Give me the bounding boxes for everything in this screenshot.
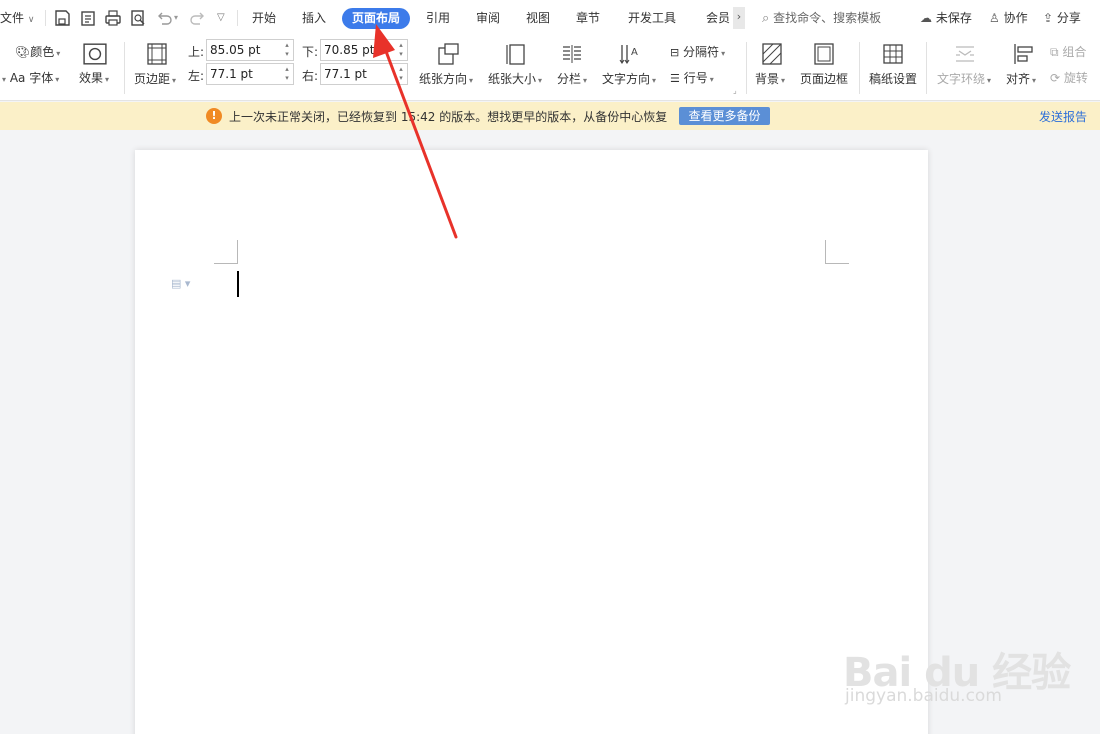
document-page[interactable]: ▤ ▾ <box>135 150 928 734</box>
breaks-button[interactable]: ⊟ 分隔符 ▾ <box>670 43 725 60</box>
warning-icon: ! <box>206 108 222 124</box>
undo-icon[interactable] <box>155 9 173 27</box>
ribbon-page-layout: 🎨︎颜色 ▾ ▾ Aa 字体 ▾ 效果 ▾ 页边距 ▾ 上: 85.05 pt ▴ ▾ 左… <box>0 36 1100 101</box>
print-icon[interactable] <box>104 9 122 27</box>
baidu-watermark-url: jingyan.baidu.com <box>845 686 1002 706</box>
search-icon: ⌕ <box>762 11 770 26</box>
search-placeholder: 查找命令、搜索模板 <box>773 11 882 25</box>
text-wrap-button[interactable]: 文字环绕 ▾ <box>937 70 991 87</box>
align-icon[interactable] <box>1011 42 1035 66</box>
cloud-save-status[interactable]: ☁ 未保存 <box>920 8 972 28</box>
view-backups-button[interactable]: 查看更多备份 <box>679 107 770 125</box>
left-margin-label: 左: <box>188 69 205 83</box>
redo-icon[interactable] <box>189 9 207 27</box>
theme-effect-button[interactable]: 效果 ▾ <box>79 69 109 86</box>
send-report-link[interactable]: 发送报告 <box>1039 108 1087 125</box>
draft-paper-icon[interactable] <box>881 42 905 66</box>
orientation-icon[interactable] <box>436 42 460 66</box>
right-margin-label: 右: <box>302 69 319 83</box>
tab-insert[interactable]: 插入 <box>302 8 326 29</box>
top-right-margin-mark <box>825 240 849 264</box>
top-margin-input[interactable]: 85.05 pt ▴ ▾ <box>206 39 294 61</box>
group-button[interactable]: ⧉ 组合 <box>1050 43 1086 60</box>
collaborate-button[interactable]: ♙ 协作 <box>989 8 1028 28</box>
margins-button[interactable]: 页边距 ▾ <box>134 70 176 87</box>
page-break-icon: ⊟ <box>670 46 680 59</box>
tab-view[interactable]: 视图 <box>526 8 550 29</box>
command-search[interactable]: ⌕ 查找命令、搜索模板 <box>762 8 881 28</box>
background-icon[interactable] <box>760 42 784 66</box>
line-number-icon: ☰ <box>670 72 680 85</box>
recovery-message: 上一次未正常关闭，已经恢复到 15:42 的版本。想找更早的版本，从备份中心恢复 <box>229 110 668 124</box>
spinner-arrows-icon[interactable]: ▴ ▾ <box>396 65 406 83</box>
theme-font-button[interactable]: ▾ Aa 字体 ▾ <box>0 69 59 86</box>
columns-button[interactable]: 分栏 ▾ <box>557 70 587 87</box>
text-direction-icon[interactable]: A <box>617 42 641 66</box>
tab-chapter[interactable]: 章节 <box>576 8 600 29</box>
text-direction-button[interactable]: 文字方向 ▾ <box>602 70 656 87</box>
background-button[interactable]: 背景 ▾ <box>755 70 785 87</box>
customize-quick-access-icon[interactable]: ▽ <box>217 8 225 28</box>
bottom-margin-input[interactable]: 70.85 pt ▴ ▾ <box>320 39 408 61</box>
palette-icon: 🎨︎ <box>15 45 31 59</box>
page-border-button[interactable]: 页面边框 <box>800 70 848 87</box>
page-border-icon[interactable] <box>812 42 836 66</box>
user-icon: ♙ <box>989 11 1000 25</box>
align-button[interactable]: 对齐 ▾ <box>1006 70 1036 87</box>
rotate-icon: ⟳ <box>1050 71 1061 85</box>
export-pdf-icon[interactable] <box>79 9 97 27</box>
right-margin-input[interactable]: 77.1 pt ▴ ▾ <box>320 63 408 85</box>
top-left-margin-mark <box>214 240 238 264</box>
orientation-button[interactable]: 纸张方向 ▾ <box>419 70 473 87</box>
file-menu[interactable]: 文件 ∨ <box>0 8 34 28</box>
share-button[interactable]: ⇪ 分享 <box>1043 8 1081 28</box>
divider <box>124 42 125 94</box>
theme-color-button[interactable]: 🎨︎颜色 ▾ <box>15 43 60 60</box>
bottom-margin-label: 下: <box>302 45 319 59</box>
tab-page-layout[interactable]: 页面布局 <box>342 8 411 29</box>
left-margin-input[interactable]: 77.1 pt ▴ ▾ <box>206 63 294 85</box>
text-wrap-icon[interactable] <box>953 42 977 66</box>
svg-text:A: A <box>631 47 638 58</box>
undo-dropdown-icon[interactable]: ▾ <box>174 8 178 28</box>
cloud-icon: ☁ <box>920 11 932 25</box>
tab-member[interactable]: 会员 <box>706 8 730 29</box>
rotate-button[interactable]: ⟳ 旋转 <box>1050 69 1088 86</box>
columns-icon[interactable] <box>560 42 584 66</box>
group-icon: ⧉ <box>1050 45 1059 59</box>
spinner-arrows-icon[interactable]: ▴ ▾ <box>396 41 406 59</box>
margins-icon[interactable] <box>145 42 169 66</box>
save-icon[interactable] <box>53 9 71 27</box>
top-margin-label: 上: <box>188 45 205 59</box>
chevron-right-icon[interactable]: › <box>733 7 745 29</box>
divider <box>859 42 860 94</box>
effect-icon[interactable] <box>83 42 107 65</box>
paper-size-button[interactable]: 纸张大小 ▾ <box>488 70 542 87</box>
spinner-arrows-icon[interactable]: ▴ ▾ <box>282 65 292 83</box>
line-numbers-button[interactable]: ☰ 行号 ▾ <box>670 69 714 86</box>
tab-developer[interactable]: 开发工具 <box>628 8 676 29</box>
font-icon: Aa <box>9 71 26 85</box>
divider <box>926 42 927 94</box>
spinner-arrows-icon[interactable]: ▴ ▾ <box>282 41 292 59</box>
dialog-launcher-icon[interactable]: ⌟ <box>733 86 737 95</box>
divider <box>237 10 238 26</box>
share-icon: ⇪ <box>1043 11 1054 25</box>
draft-paper-button[interactable]: 稿纸设置 <box>869 70 917 87</box>
tab-references[interactable]: 引用 <box>426 8 450 29</box>
divider <box>746 42 747 94</box>
recovery-notification-bar: ! 上一次未正常关闭，已经恢复到 15:42 的版本。想找更早的版本，从备份中心… <box>0 102 1100 130</box>
tab-home[interactable]: 开始 <box>252 8 276 29</box>
tab-review[interactable]: 审阅 <box>476 8 500 29</box>
paper-size-icon[interactable] <box>504 42 528 66</box>
print-preview-icon[interactable] <box>129 9 147 27</box>
divider <box>45 10 46 26</box>
menu-bar: 文件 ∨ ▾ ▽ 开始 插入 页面布局 引用 审阅 视图 章节 开发工具 会员 … <box>0 0 1100 36</box>
paragraph-handle-icon[interactable]: ▤ ▾ <box>171 277 190 290</box>
text-cursor <box>237 271 239 297</box>
